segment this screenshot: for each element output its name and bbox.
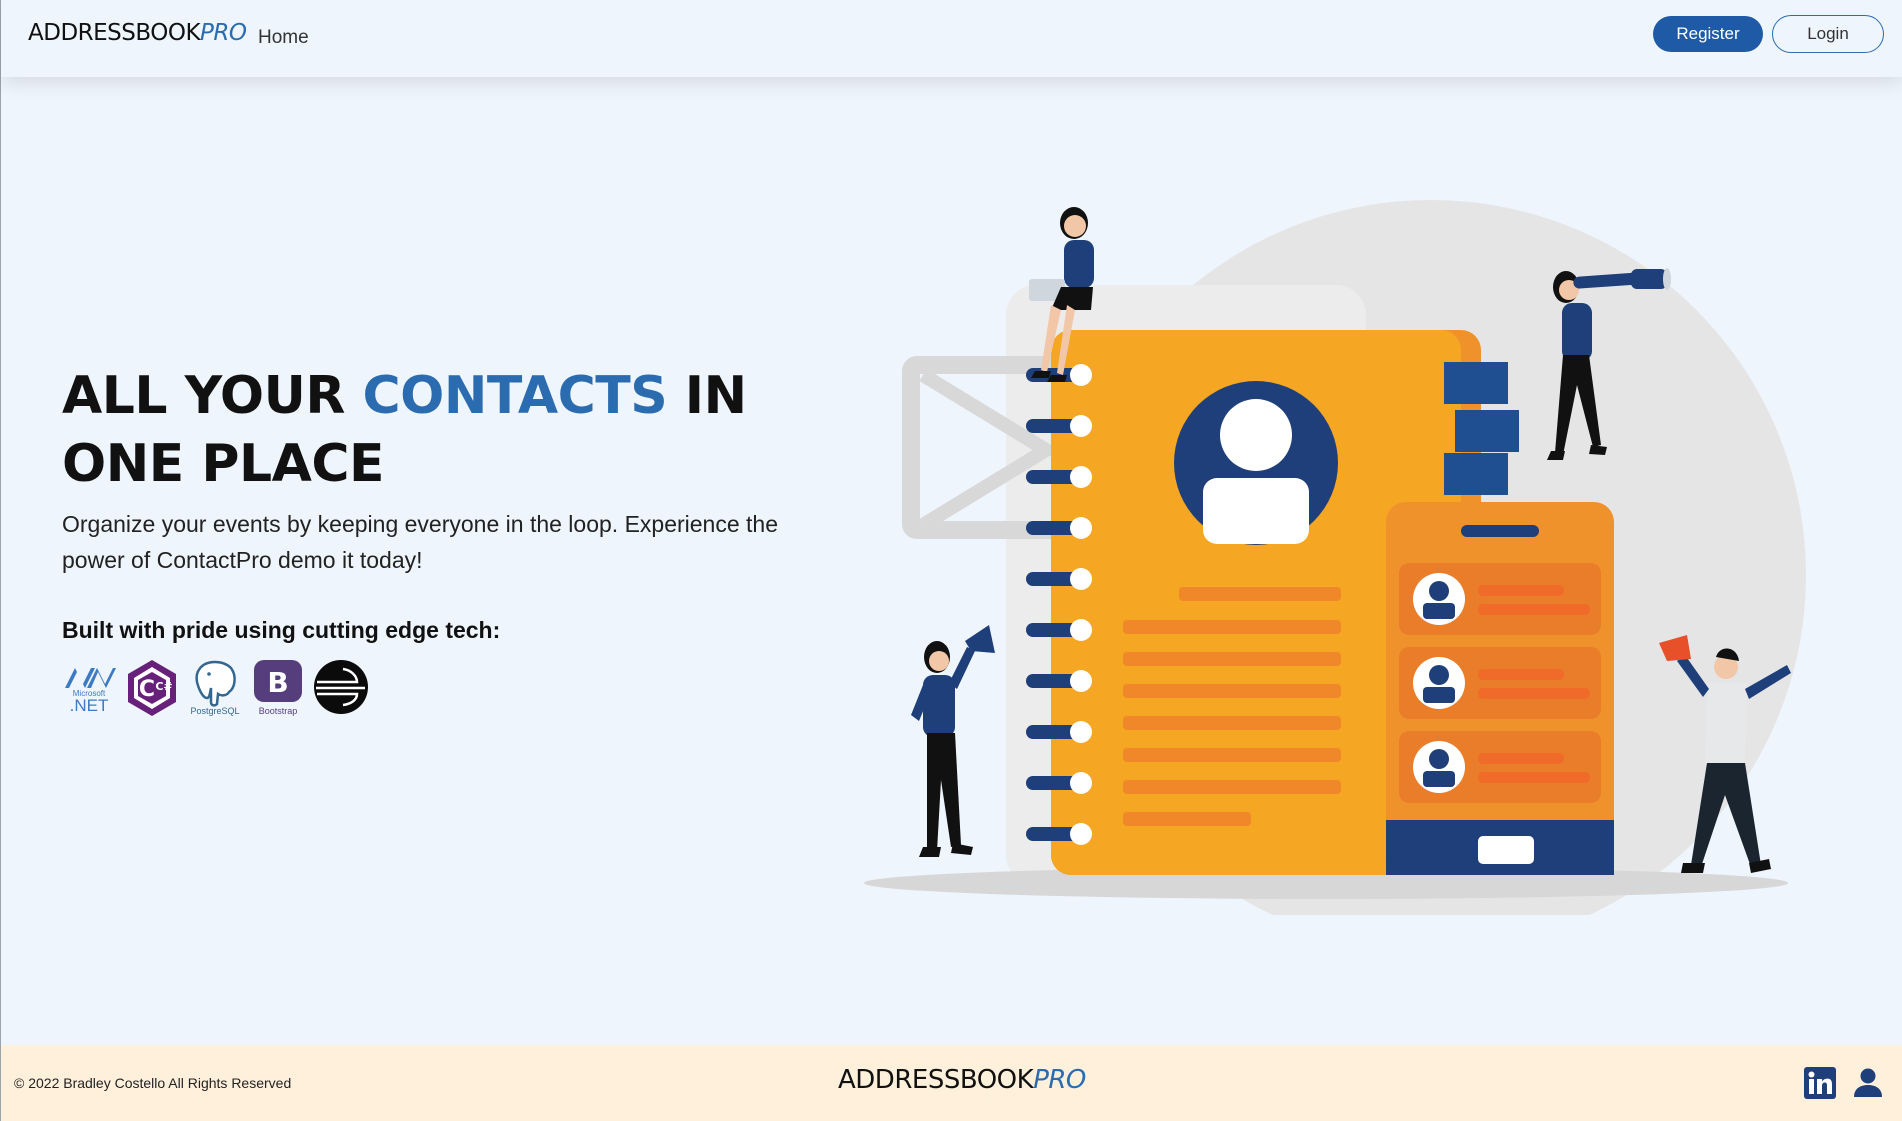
woman-megaphone-figure: [911, 625, 995, 857]
bootstrap-icon: B Bootstrap: [250, 658, 306, 716]
illustration-svg: [864, 200, 1806, 950]
brand-logo[interactable]: ADDRESSBOOKPRO: [28, 20, 247, 46]
phone-illustration: [1386, 502, 1614, 875]
login-button[interactable]: Login: [1772, 15, 1884, 53]
page: ADDRESSBOOKPRO Home Register Login ALL Y…: [0, 0, 1902, 1121]
postgresql-icon: PostgreSQL: [187, 658, 243, 716]
register-button[interactable]: Register: [1653, 16, 1763, 52]
dotnet-label: .NET: [70, 696, 109, 715]
user-icon[interactable]: [1853, 1067, 1883, 1099]
built-with-heading: Built with pride using cutting edge tech…: [62, 617, 501, 643]
linkedin-icon[interactable]: [1804, 1067, 1836, 1099]
bootstrap-label: Bootstrap: [259, 706, 298, 716]
hero-title: ALL YOUR CONTACTS IN ONE PLACE: [62, 362, 822, 498]
footer-brand-main: ADDRESSBOOK: [838, 1065, 1034, 1095]
brand-accent: PRO: [200, 20, 247, 46]
tech-logos: Microsoft .NET C C# PostgreSQL B Bootstr…: [61, 658, 369, 716]
hero-subtitle: Organize your events by keeping everyone…: [62, 511, 778, 573]
csharp-icon: C C#: [124, 658, 180, 716]
footer-brand-accent: PRO: [1033, 1065, 1086, 1095]
footer-brand-logo: ADDRESSBOOKPRO: [838, 1065, 1086, 1095]
address-book-illustration: [861, 195, 1811, 950]
bootstrap-letter: B: [267, 666, 288, 699]
contact-avatar-icon: [1174, 381, 1338, 545]
hero-title-pre: ALL YOUR: [62, 366, 363, 426]
footer: © 2022 Bradley Costello All Rights Reser…: [1, 1045, 1902, 1121]
nav-home-link[interactable]: Home: [258, 27, 309, 49]
svg-text:C: C: [139, 677, 155, 702]
hero-title-accent: CONTACTS: [362, 366, 668, 426]
brand-main: ADDRESSBOOK: [28, 20, 201, 46]
dotnet-icon: Microsoft .NET: [61, 658, 117, 716]
footer-copyright: © 2022 Bradley Costello All Rights Reser…: [14, 1075, 292, 1091]
railway-icon: [313, 658, 369, 716]
csharp-label: C#: [155, 680, 172, 693]
postgresql-label: PostgreSQL: [190, 706, 239, 716]
navbar: ADDRESSBOOKPRO Home Register Login: [1, 0, 1902, 77]
